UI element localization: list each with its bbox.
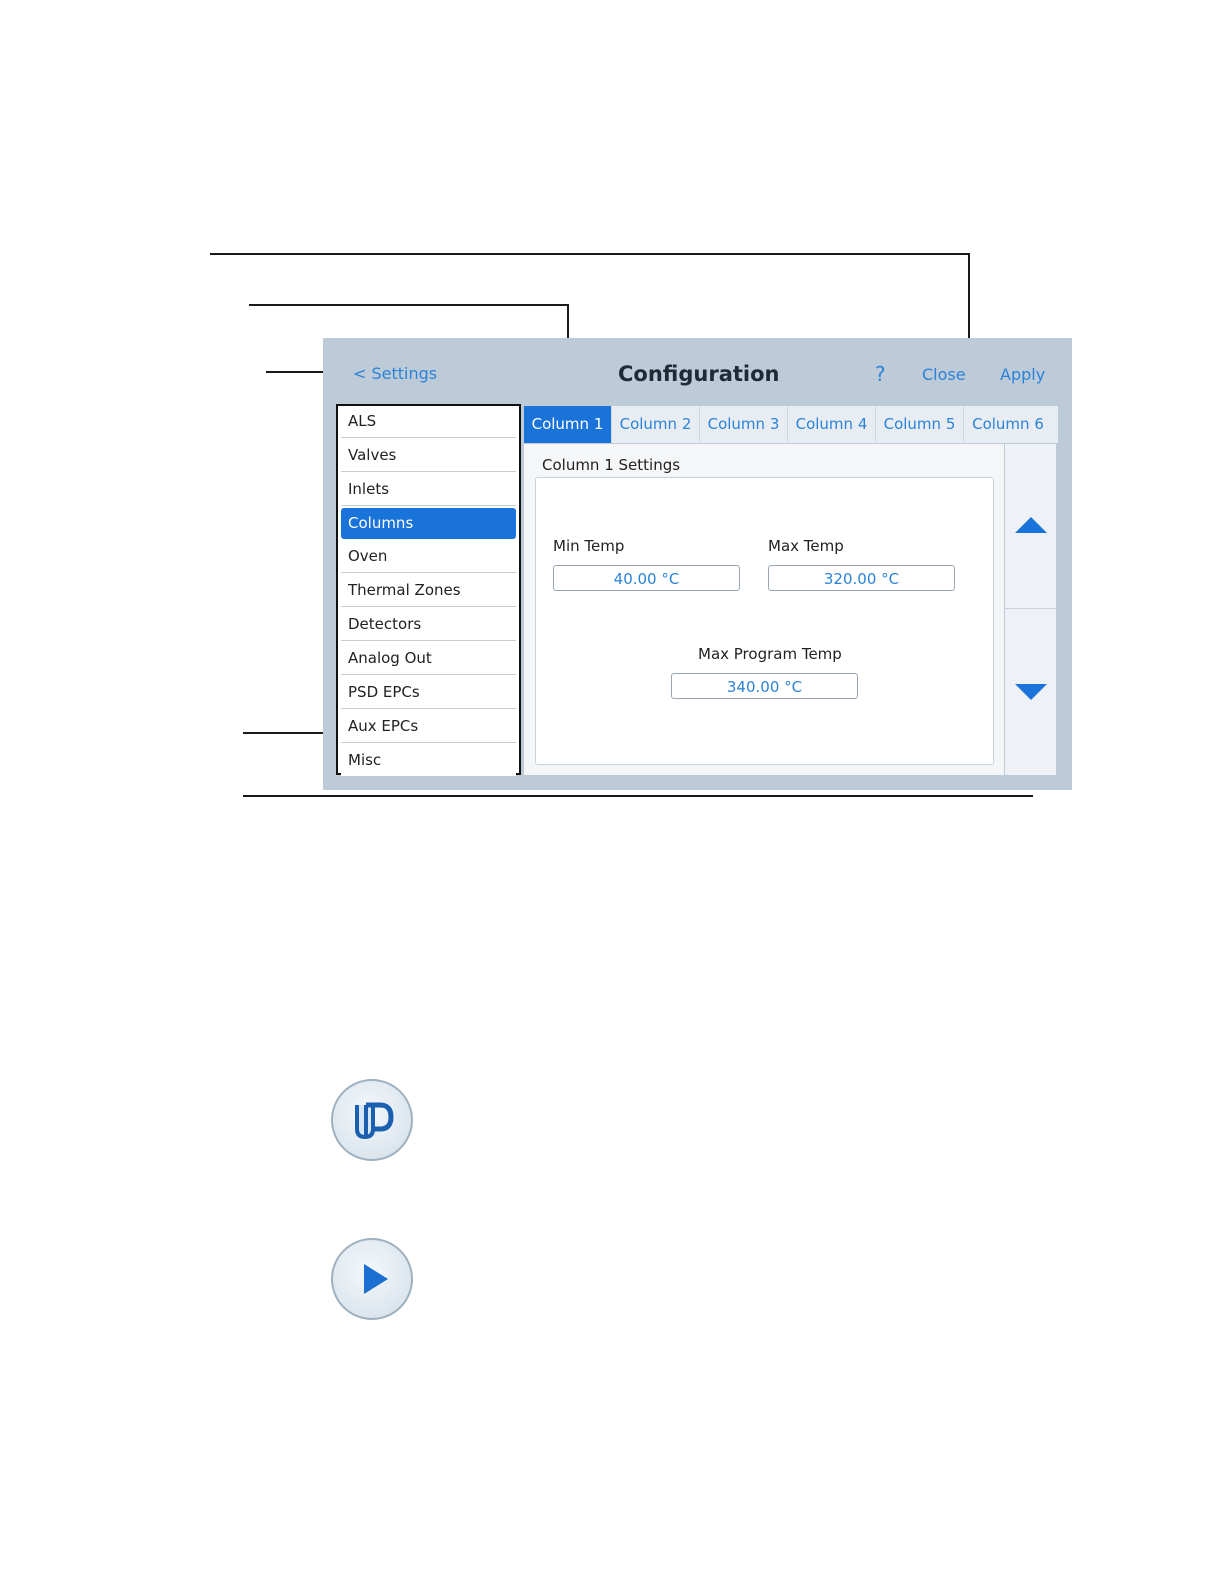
play-icon [364,1264,388,1294]
sidebar-item-inlets[interactable]: Inlets [341,474,516,506]
page-title: Configuration [618,362,780,386]
sidebar-item-misc[interactable]: Misc [341,745,516,776]
tab-column-3[interactable]: Column 3 [700,406,788,443]
sidebar-item-thermal-zones[interactable]: Thermal Zones [341,575,516,607]
method-icon [355,1102,394,1140]
start-button[interactable] [331,1238,413,1320]
sidebar-item-als[interactable]: ALS [341,406,516,438]
scroll-controls [1005,444,1056,775]
tab-column-2[interactable]: Column 2 [612,406,700,443]
category-list: ALS Valves Inlets Columns Oven Thermal Z… [336,404,521,776]
sidebar-item-detectors[interactable]: Detectors [341,609,516,641]
sidebar-item-psd-epcs[interactable]: PSD EPCs [341,677,516,709]
scroll-down-icon[interactable] [1015,684,1047,700]
sidebar-item-columns[interactable]: Columns [341,508,516,539]
sidebar-item-oven[interactable]: Oven [341,541,516,573]
max-temp-label: Max Temp [768,537,844,555]
method-button[interactable] [331,1079,413,1161]
scroll-up-icon[interactable] [1015,517,1047,533]
apply-button[interactable]: Apply [1000,365,1045,384]
callout-line-scroll [243,795,1033,797]
max-program-temp-field[interactable]: 340.00 °C [671,673,858,699]
callout-line-apply [210,253,970,255]
max-program-temp-label: Max Program Temp [698,645,842,663]
configuration-screen: < Settings Configuration ? Close Apply A… [323,338,1072,790]
min-temp-field[interactable]: 40.00 °C [553,565,740,591]
min-temp-label: Min Temp [553,537,625,555]
settings-box: Min Temp 40.00 °C Max Temp 320.00 °C Max… [535,477,994,765]
column-tabs: Column 1 Column 2 Column 3 Column 4 Colu… [524,406,1058,443]
tab-column-6[interactable]: Column 6 [964,406,1052,443]
back-settings-link[interactable]: < Settings [353,364,437,383]
panel-caption: Column 1 Settings [542,456,681,474]
callout-line-tabs [249,304,569,306]
tab-column-1[interactable]: Column 1 [524,406,612,443]
tab-column-5[interactable]: Column 5 [876,406,964,443]
close-button[interactable]: Close [922,365,966,384]
sidebar-item-analog-out[interactable]: Analog Out [341,643,516,675]
column-settings-panel: Column 1 Settings Min Temp 40.00 °C Max … [524,444,1004,775]
sidebar-item-valves[interactable]: Valves [341,440,516,472]
sidebar-item-aux-epcs[interactable]: Aux EPCs [341,711,516,743]
scroll-divider [1005,608,1056,609]
max-temp-field[interactable]: 320.00 °C [768,565,955,591]
tab-column-4[interactable]: Column 4 [788,406,876,443]
help-button[interactable]: ? [875,362,886,386]
